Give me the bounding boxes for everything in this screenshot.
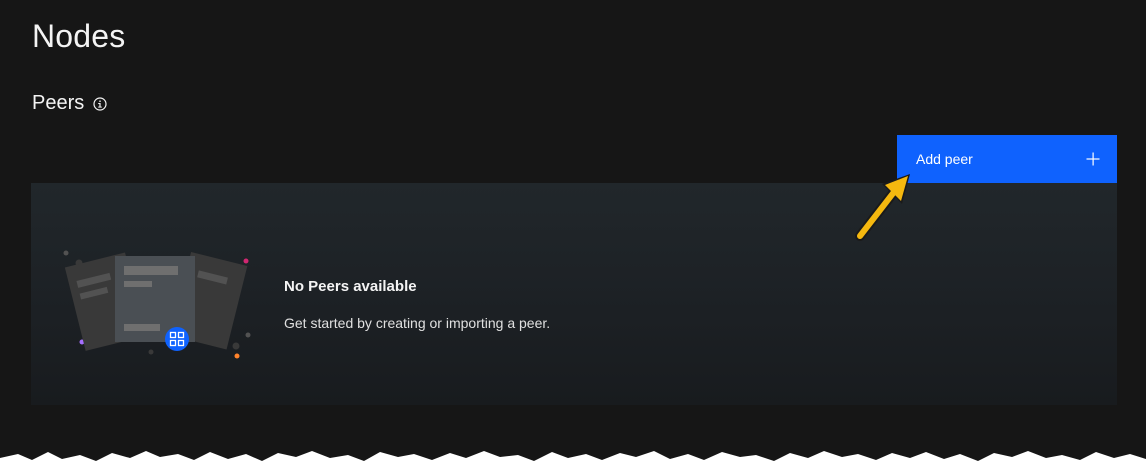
torn-edge bbox=[0, 451, 1146, 467]
plus-icon bbox=[1069, 135, 1117, 183]
nodes-page: Nodes Peers Add peer No Peers available … bbox=[0, 0, 1146, 467]
empty-state-description: Get started by creating or importing a p… bbox=[284, 315, 551, 331]
empty-state-title: No Peers available bbox=[284, 278, 417, 295]
peers-heading-label: Peers bbox=[32, 92, 85, 114]
page-title: Nodes bbox=[32, 18, 126, 54]
peers-section-heading: Peers bbox=[32, 92, 107, 115]
documents-illustration bbox=[63, 250, 251, 359]
info-icon[interactable] bbox=[93, 96, 107, 111]
add-peer-label: Add peer bbox=[916, 151, 973, 167]
add-peer-button[interactable]: Add peer bbox=[897, 135, 1117, 183]
arrow-annotation bbox=[855, 174, 910, 241]
